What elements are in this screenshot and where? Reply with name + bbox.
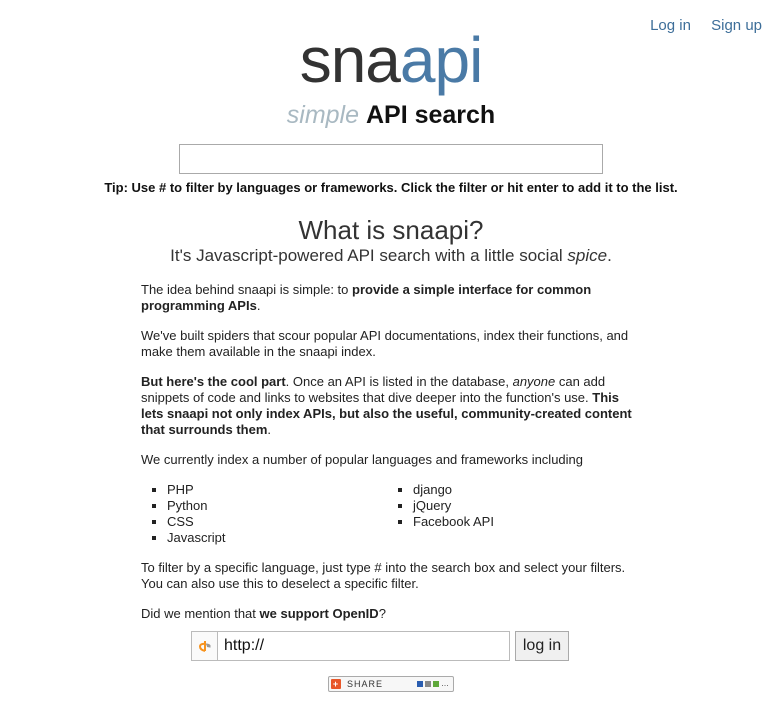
share-service-icons: … <box>417 679 450 688</box>
about-heading: What is snaapi? <box>298 215 484 245</box>
share-plus-icon: + <box>331 679 341 689</box>
language-list-right: django jQuery Facebook API <box>387 482 633 546</box>
paragraph-openid: Did we mention that we support OpenID? <box>141 606 641 622</box>
paragraph-index: We currently index a number of popular l… <box>141 452 584 467</box>
language-list: PHP Python CSS Javascript django jQuery … <box>141 482 641 546</box>
logo-part-sna: sna <box>299 24 401 96</box>
tagline-simple: simple <box>286 101 360 129</box>
p6-a: Did we mention that <box>141 606 260 621</box>
openid-url-input[interactable] <box>217 631 510 661</box>
p3-c: anyone <box>512 374 556 389</box>
search-tip: Tip: Use # to filter by languages or fra… <box>104 180 678 195</box>
stumble-icon <box>433 681 439 687</box>
site-logo[interactable]: snaapi <box>0 24 782 96</box>
sub-spice: spice <box>567 246 608 265</box>
paragraph-spiders: We've built spiders that scour popular A… <box>141 328 629 359</box>
logo-part-api: api <box>399 24 483 96</box>
p1-a: The idea behind snaapi is simple: to <box>141 282 353 297</box>
delicious-icon <box>417 681 423 687</box>
p6-b: we support OpenID <box>259 606 379 621</box>
list-item: django <box>413 482 633 498</box>
paragraph-filter: To filter by a specific language, just t… <box>141 560 626 591</box>
tagline: simple API search <box>0 99 782 131</box>
p3-b: . Once an API is listed in the database, <box>285 374 513 389</box>
list-item: Javascript <box>167 530 387 546</box>
openid-icon <box>191 631 217 661</box>
list-item: jQuery <box>413 498 633 514</box>
about-subheading: It's Javascript-powered API search with … <box>0 245 782 267</box>
openid-form: log in <box>191 631 569 661</box>
list-item: CSS <box>167 514 387 530</box>
list-item: PHP <box>167 482 387 498</box>
p3-f: . <box>267 422 272 437</box>
list-item: Python <box>167 498 387 514</box>
digg-icon <box>425 681 431 687</box>
share-label: SHARE <box>347 679 384 689</box>
p6-c: ? <box>378 606 386 621</box>
paragraph-cool-part: But here's the cool part. Once an API is… <box>141 374 641 438</box>
sub-text: It's Javascript-powered API search with … <box>170 246 568 265</box>
openid-login-button[interactable]: log in <box>515 631 569 661</box>
language-list-left: PHP Python CSS Javascript <box>141 482 387 546</box>
sub-period: . <box>607 246 612 265</box>
about-content: The idea behind snaapi is simple: to pro… <box>141 282 641 636</box>
p3-a: But here's the cool part <box>141 374 286 389</box>
paragraph-idea: The idea behind snaapi is simple: to pro… <box>141 282 641 314</box>
more-icon: … <box>441 679 450 688</box>
share-button[interactable]: + SHARE … <box>328 676 454 692</box>
tagline-api-search: API search <box>365 101 496 129</box>
search-input[interactable] <box>179 144 603 174</box>
list-item: Facebook API <box>413 514 633 530</box>
p1-c: . <box>256 298 261 313</box>
